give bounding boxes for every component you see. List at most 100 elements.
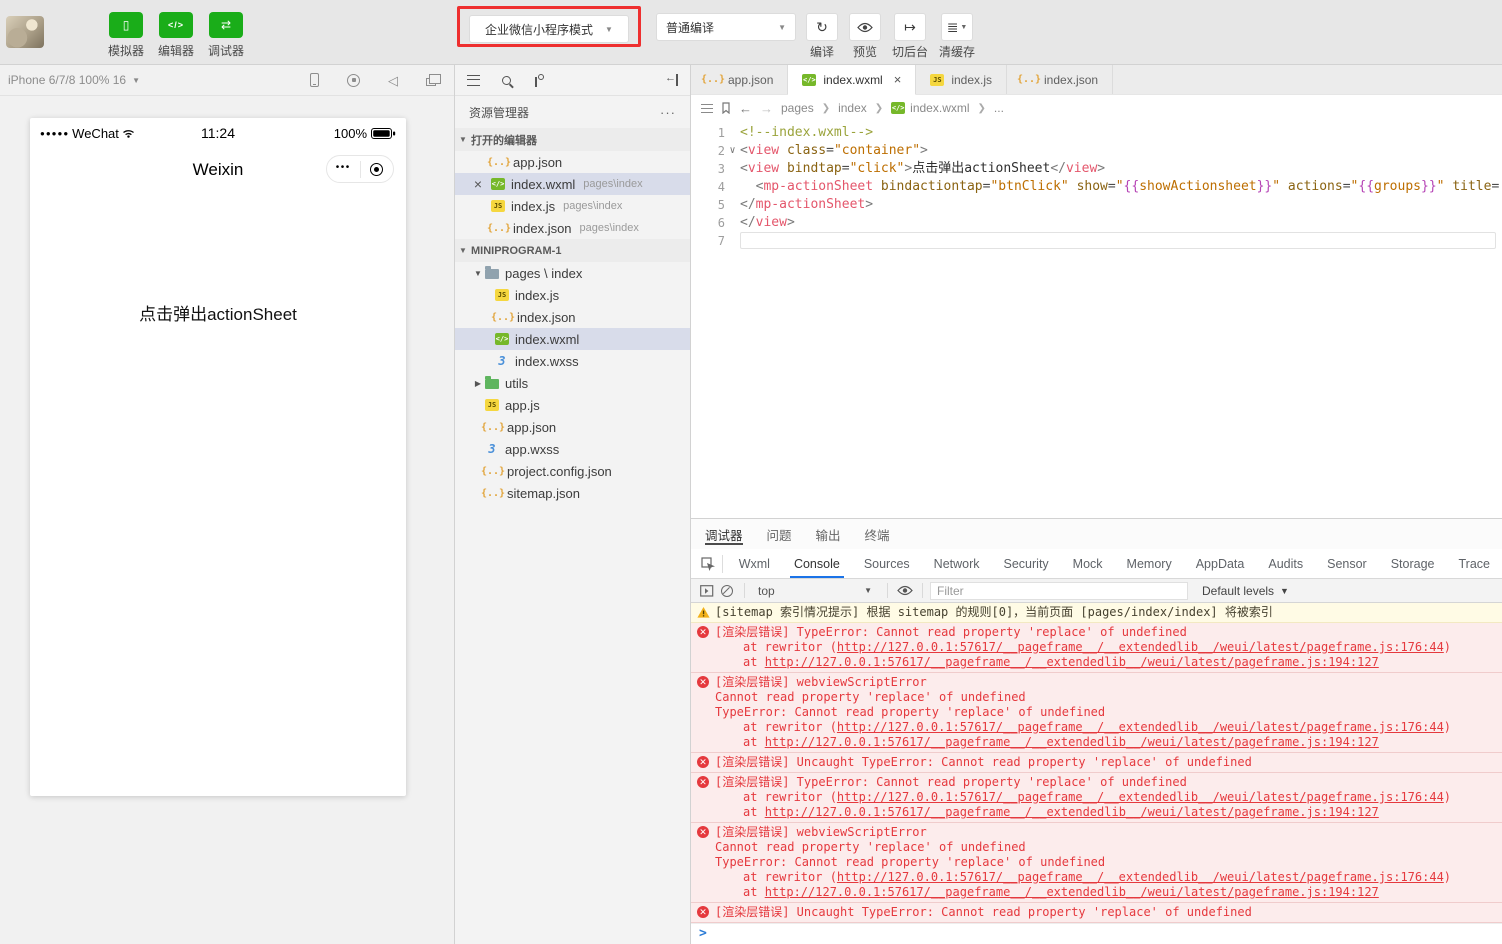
open-editor-item[interactable]: {..} app.json [455,151,690,173]
debugger-tab-终端[interactable]: 终端 [865,519,890,549]
devtools-tab-sources[interactable]: Sources [852,549,922,578]
devtools-tab-audits[interactable]: Audits [1256,549,1315,578]
tree-item[interactable]: {..} index.json [455,306,690,328]
code-line[interactable]: 2 ∨ <view class="container"> [691,142,1502,160]
stack-trace-link[interactable]: http://127.0.0.1:57617/__pageframe__/__e… [765,805,1379,819]
console-sidebar-icon[interactable] [697,584,717,597]
editor-tab-index.wxml[interactable]: </> index.wxml × [788,65,917,95]
breadcrumb-item[interactable]: </> index.wxml [891,101,970,115]
devtools-tab-mock[interactable]: Mock [1061,549,1115,578]
git-branch-icon[interactable] [533,73,544,87]
breadcrumb-item[interactable]: ... [994,101,1004,115]
inspect-element-icon[interactable] [699,549,718,578]
editor-toggle-button[interactable]: </> 编辑器 [158,12,194,59]
debugger-tab-调试器[interactable]: 调试器 [705,519,743,549]
close-icon[interactable]: × [474,176,482,192]
execution-context-dropdown[interactable]: top ▼ [752,584,880,598]
debugger-tab-输出[interactable]: 输出 [816,519,841,549]
device-selector[interactable]: iPhone 6/7/8 100% 16 ▼ [2,73,140,87]
code-line[interactable]: 5 </mp-actionSheet> [691,196,1502,214]
stack-trace-link[interactable]: http://127.0.0.1:57617/__pageframe__/__e… [765,885,1379,899]
tree-item[interactable]: 3 app.wxss [455,438,690,460]
rotate-device-icon[interactable] [310,73,319,87]
console-filter-input[interactable] [937,583,1181,598]
devtools-tab-wxml[interactable]: Wxml [727,549,782,578]
list-icon[interactable] [467,74,480,86]
devtools-tab-appdata[interactable]: AppData [1184,549,1257,578]
preview-button[interactable]: 预览 [849,13,881,60]
editor-tab-index.json[interactable]: {..} index.json [1007,65,1114,94]
outline-icon[interactable] [701,103,713,113]
editor-tab-app.json[interactable]: {..} app.json [691,65,789,94]
compile-mode-dropdown[interactable]: 普通编译 ▼ [656,13,796,41]
eye-icon[interactable] [895,585,915,596]
code-line[interactable]: 4 <mp-actionSheet bindactiontap="btnClic… [691,178,1502,196]
debugger-tab-问题[interactable]: 问题 [767,519,792,549]
clear-cache-button[interactable]: ≣ ▼ 清缓存 [939,13,975,60]
simulator-toggle-button[interactable]: ▯ 模拟器 [108,12,144,59]
breadcrumb-label: index.wxml [910,101,970,115]
fold-icon[interactable]: ∨ [725,142,740,160]
devtools-tab-trace[interactable]: Trace [1447,549,1502,578]
tree-item[interactable]: ▶ utils [455,372,690,394]
devtools-tab-security[interactable]: Security [992,549,1061,578]
breadcrumb-item[interactable]: index [838,101,867,115]
more-button[interactable]: ••• [327,162,360,177]
open-editor-item[interactable]: {..} index.json pages\index [455,217,690,239]
tree-item[interactable]: {..} sitemap.json [455,482,690,504]
tree-item[interactable]: {..} app.json [455,416,690,438]
close-mini-program-button[interactable] [361,162,394,176]
record-icon[interactable] [347,73,360,87]
project-section[interactable]: ▼ MINIPROGRAM-1 [455,239,690,262]
stack-trace-link[interactable]: http://127.0.0.1:57617/__pageframe__/__e… [837,870,1444,884]
code-line[interactable]: 7 [691,232,1502,250]
forward-icon[interactable]: → [760,101,773,116]
bookmark-icon[interactable] [721,102,731,114]
compile-button[interactable]: ↻ 编译 [806,13,838,60]
tree-item[interactable]: JS index.js [455,284,690,306]
stack-trace-link[interactable]: http://127.0.0.1:57617/__pageframe__/__e… [837,720,1444,734]
stack-trace-link[interactable]: http://127.0.0.1:57617/__pageframe__/__e… [765,735,1379,749]
code-icon: </> [159,12,194,38]
search-icon[interactable] [502,75,511,85]
editor-tab-index.js[interactable]: JS index.js [916,65,1008,94]
close-tab-icon[interactable]: × [894,72,902,87]
tree-item[interactable]: {..} project.config.json [455,460,690,482]
open-editors-section[interactable]: ▼ 打开的编辑器 [455,128,690,151]
tree-item[interactable]: ▼ pages \ index [455,262,690,284]
user-avatar[interactable] [6,16,44,48]
debugger-toggle-button[interactable]: ⇄ 调试器 [208,12,244,59]
collapse-sidebar-icon[interactable] [665,72,678,86]
detach-window-icon[interactable] [426,74,441,86]
clear-console-icon[interactable] [717,584,737,597]
default-levels-dropdown[interactable]: Default levels ▼ [1202,584,1289,598]
devtools-tab-console[interactable]: Console [782,549,852,578]
code-area[interactable]: 1 <!--index.wxml--> 2 ∨ <view class="contain… [691,121,1502,250]
devtools-tab-memory[interactable]: Memory [1115,549,1184,578]
devtools-tab-network[interactable]: Network [922,549,992,578]
mute-icon[interactable]: ◁ [388,74,398,87]
open-editor-item[interactable]: × </> index.wxml pages\index [455,173,690,195]
devtools-tab-storage[interactable]: Storage [1379,549,1447,578]
code-line[interactable]: 3 <view bindtap="click">点击弹出actionSheet</… [691,160,1502,178]
more-actions-icon[interactable]: ··· [660,105,676,120]
console-error-message: ✕ [渲染层错误] TypeError: Cannot read property… [691,623,1502,673]
stack-trace-link[interactable]: http://127.0.0.1:57617/__pageframe__/__e… [837,640,1444,654]
tree-item[interactable]: </> index.wxml [455,328,690,350]
console-prompt[interactable]: > [691,923,1502,943]
code-line[interactable]: 6 </view> [691,214,1502,232]
back-icon[interactable]: ← [739,101,752,116]
open-editor-item[interactable]: JS index.js pages\index [455,195,690,217]
mode-dropdown[interactable]: 企业微信小程序模式 ▼ [469,15,629,43]
switch-background-button[interactable]: ↦ 切后台 [892,13,928,60]
stack-trace-link[interactable]: http://127.0.0.1:57617/__pageframe__/__e… [765,655,1379,669]
open-editors-list: {..} app.json × </> index.wxml pages\index JS i… [455,151,690,239]
stack-trace-link[interactable]: http://127.0.0.1:57617/__pageframe__/__e… [837,790,1444,804]
tree-item[interactable]: JS app.js [455,394,690,416]
tree-item[interactable]: 3 index.wxss [455,350,690,372]
actionsheet-trigger-view[interactable]: 点击弹出actionSheet [30,300,406,325]
code-line[interactable]: 1 <!--index.wxml--> [691,124,1502,142]
devtools-tab-sensor[interactable]: Sensor [1315,549,1379,578]
file-name: index.json [513,220,572,236]
breadcrumb-item[interactable]: pages [781,101,814,115]
